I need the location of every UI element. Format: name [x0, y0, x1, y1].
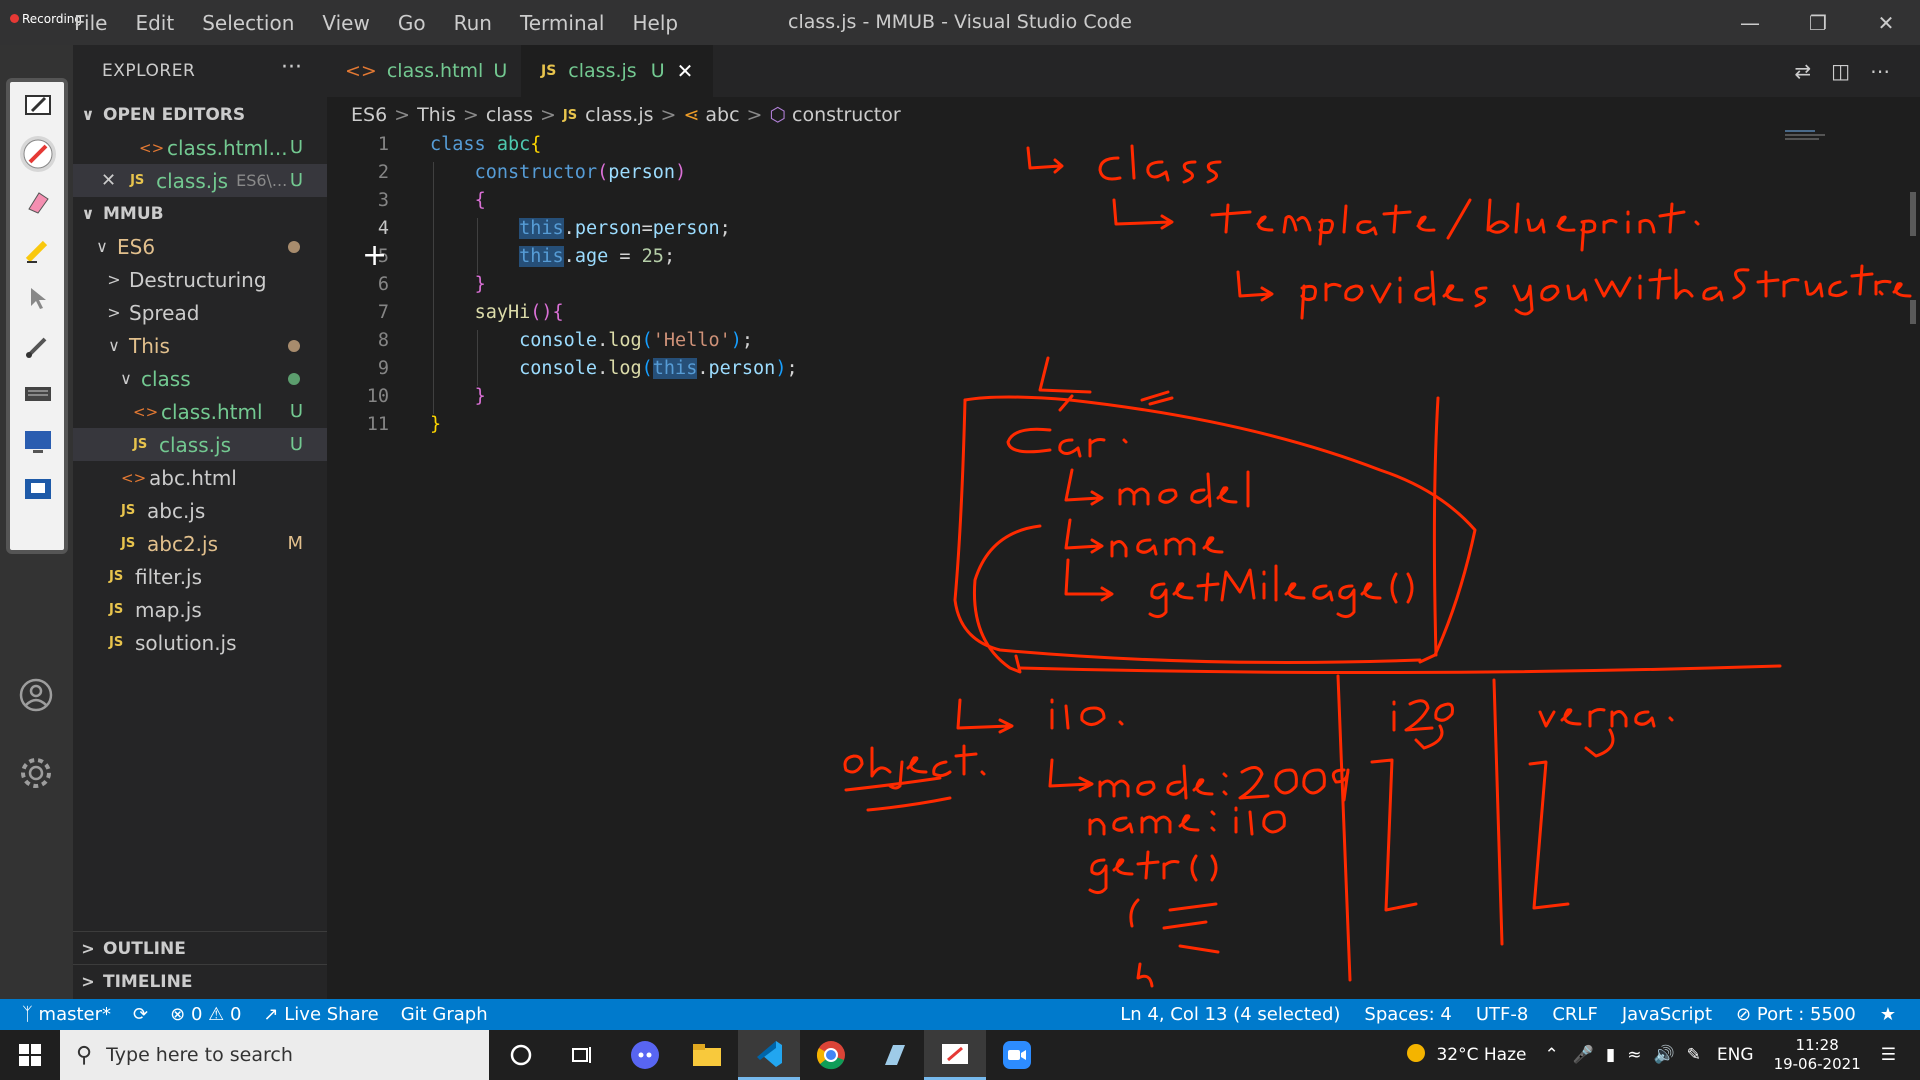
branch-indicator[interactable]: ᛉ master*	[22, 1004, 111, 1025]
feedback-icon[interactable]: ★	[1880, 1004, 1896, 1025]
wifi-icon[interactable]: ≈	[1627, 1045, 1641, 1065]
git-branch-icon: ᛉ	[22, 1004, 39, 1025]
pen-tray-icon[interactable]: ✎	[1687, 1045, 1701, 1065]
system-tray: 32°C Haze ⌃ 🎤 ▮ ≈ 🔊 ✎ ENG 11:28 19-06-20…	[1404, 1030, 1920, 1080]
notifications-icon[interactable]: ☰	[1881, 1045, 1896, 1065]
weather-icon	[1404, 1041, 1428, 1070]
chevron-up-icon[interactable]: ⌃	[1544, 1045, 1558, 1065]
microphone-icon[interactable]: 🎤	[1573, 1045, 1594, 1065]
battery-icon[interactable]: ▮	[1606, 1045, 1615, 1065]
volume-icon[interactable]: 🔊	[1654, 1045, 1675, 1065]
chrome-icon[interactable]	[800, 1030, 862, 1080]
language-mode[interactable]: JavaScript	[1622, 1004, 1712, 1025]
cursor-position[interactable]: Ln 4, Col 13 (4 selected)	[1120, 1004, 1340, 1025]
notepad-icon[interactable]	[862, 1030, 924, 1080]
windows-start-icon[interactable]	[0, 1030, 60, 1080]
weather-text[interactable]: 32°C Haze	[1436, 1045, 1526, 1065]
status-bar: ᛉ master* ⟳ ⊗ 0 ⚠ 0 ↗ Live Share Git Gra…	[0, 999, 1920, 1030]
search-icon: ⚲	[76, 1042, 93, 1068]
indentation[interactable]: Spaces: 4	[1364, 1004, 1451, 1025]
encoding[interactable]: UTF-8	[1476, 1004, 1528, 1025]
clock-date: 19-06-2021	[1773, 1055, 1861, 1073]
crosshair-cursor-icon: +	[362, 238, 388, 273]
task-view-icon[interactable]	[552, 1030, 614, 1080]
taskbar-search[interactable]: ⚲ Type here to search	[60, 1030, 489, 1080]
clock[interactable]: 11:28 19-06-2021	[1774, 1036, 1861, 1074]
discord-icon[interactable]	[614, 1030, 676, 1080]
live-share-icon: ↗	[263, 1004, 285, 1025]
windows-taskbar: ⚲ Type here to search 32°C Haze ⌃ 🎤 ▮ ≈ …	[0, 1030, 1920, 1080]
search-placeholder: Type here to search	[106, 1044, 293, 1066]
handwritten-annotations	[843, 144, 1912, 988]
problems-indicator[interactable]: ⊗ 0 ⚠ 0	[170, 1004, 241, 1025]
clock-time: 11:28	[1795, 1036, 1839, 1054]
live-server-port[interactable]: ⊘ Port : 5500	[1736, 1004, 1856, 1025]
warning-icon: ⚠	[208, 1004, 225, 1025]
vscode-icon[interactable]	[738, 1030, 800, 1080]
whiteboard-app-icon[interactable]	[924, 1030, 986, 1080]
language-indicator[interactable]: ENG	[1717, 1045, 1754, 1065]
cortana-icon[interactable]	[490, 1030, 552, 1080]
sync-icon[interactable]: ⟳	[133, 1004, 148, 1025]
error-icon: ⊗	[170, 1004, 186, 1025]
broadcast-icon: ⊘	[1736, 1004, 1757, 1025]
file-explorer-icon[interactable]	[676, 1030, 738, 1080]
git-graph-button[interactable]: Git Graph	[401, 1004, 488, 1025]
live-share-button[interactable]: ↗ Live Share	[263, 1004, 378, 1025]
zoom-icon[interactable]	[986, 1030, 1048, 1080]
line-ending[interactable]: CRLF	[1552, 1004, 1597, 1025]
